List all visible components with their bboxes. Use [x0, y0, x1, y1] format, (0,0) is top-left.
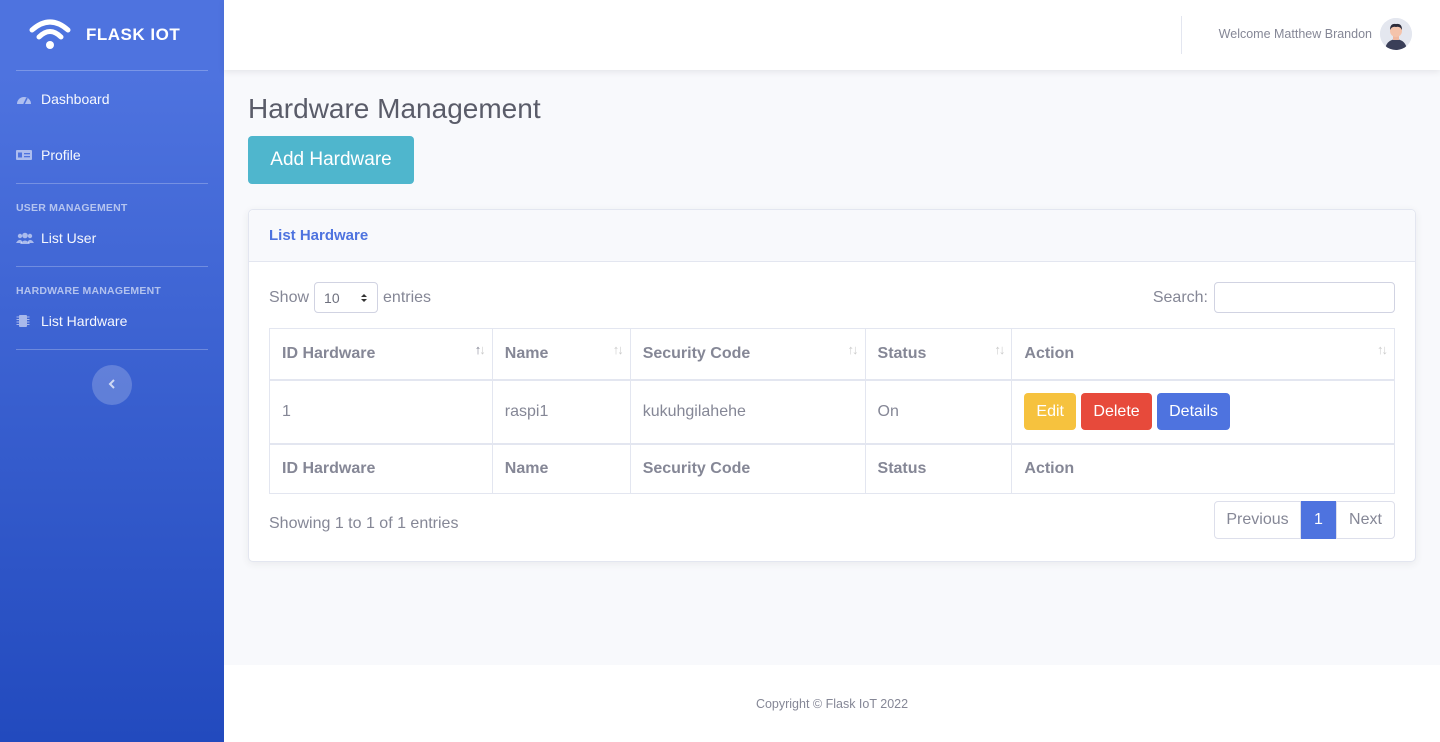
- pagination-next[interactable]: Next: [1336, 501, 1395, 539]
- id-card-icon: [16, 148, 34, 162]
- sort-icon: ↑↓: [1377, 342, 1388, 357]
- sidebar-toggle-wrap: [0, 365, 224, 405]
- sidebar-item-label: Profile: [41, 147, 81, 163]
- pagination-page-1[interactable]: 1: [1301, 501, 1336, 539]
- column-header-label: ID Hardware: [282, 344, 376, 362]
- copyright-text: Copyright © Flask IoT 2022: [755, 696, 909, 711]
- add-hardware-button[interactable]: Add Hardware: [248, 136, 414, 184]
- sort-icon: ↑↓: [847, 342, 859, 357]
- column-header-security-code[interactable]: Security Code ↑↓: [629, 328, 866, 381]
- footer-header-status: Status: [864, 442, 1013, 494]
- cell-status: On: [864, 379, 1013, 444]
- list-hardware-card: List Hardware Show 10 entries Search: ID…: [248, 209, 1416, 562]
- sidebar-item-profile[interactable]: Profile: [0, 127, 224, 183]
- entries-select[interactable]: 10: [314, 282, 379, 313]
- pagination-previous[interactable]: Previous: [1214, 501, 1301, 539]
- entries-label: entries: [383, 288, 432, 306]
- footer-header-name: Name: [491, 442, 631, 494]
- cell-id: 1: [269, 379, 493, 444]
- microchip-icon: [16, 314, 34, 328]
- search-label: Search:: [1152, 288, 1208, 306]
- sidebar-heading-hardware: HARDWARE MANAGEMENT: [16, 285, 161, 297]
- card-title: List Hardware: [249, 210, 1415, 262]
- footer-header-action: Action: [1011, 442, 1395, 494]
- topbar: Welcome Matthew Brandon: [224, 0, 1440, 70]
- sidebar-item-list-user[interactable]: List User: [0, 218, 224, 258]
- entries-length-control: Show 10 entries: [269, 282, 431, 313]
- sidebar-divider: [16, 349, 208, 350]
- footer: Copyright © Flask IoT 2022: [224, 665, 1440, 742]
- sidebar-heading-user: USER MANAGEMENT: [16, 202, 128, 214]
- sidebar-item-dashboard[interactable]: Dashboard: [0, 71, 224, 127]
- sidebar-item-label: List Hardware: [41, 313, 128, 329]
- footer-header-id: ID Hardware: [269, 442, 493, 494]
- details-button[interactable]: Details: [1157, 393, 1231, 430]
- users-icon: [16, 231, 34, 245]
- footer-header-security-code: Security Code: [629, 442, 866, 494]
- entries-select-value: 10: [324, 289, 340, 306]
- table-row: 1 raspi1 kukuhgilahehe On Edit Delete De…: [269, 379, 1395, 444]
- table-header-row: ID Hardware ↑↓ Name ↑↓ Security Code ↑↓ Sta…: [269, 328, 1395, 381]
- topbar-divider: [1181, 16, 1182, 54]
- sidebar-item-list-hardware[interactable]: List Hardware: [0, 301, 224, 341]
- table-info: Showing 1 to 1 of 1 entries: [269, 515, 459, 532]
- sidebar-item-label: Dashboard: [41, 91, 110, 107]
- brand-name: FLASK IOT: [86, 25, 181, 44]
- edit-button[interactable]: Edit: [1024, 393, 1076, 430]
- select-arrows-icon: [360, 290, 368, 306]
- welcome-text[interactable]: Welcome Matthew Brandon: [1219, 27, 1372, 41]
- sort-icon: ↑↓: [474, 342, 486, 357]
- sidebar-item-label: List User: [41, 230, 97, 246]
- delete-button[interactable]: Delete: [1081, 393, 1152, 430]
- pagination: Previous 1 Next: [1214, 501, 1395, 539]
- show-label: Show: [269, 288, 310, 306]
- tachometer-icon: [16, 92, 34, 106]
- page-title: Hardware Management: [248, 93, 541, 124]
- cell-security-code: kukuhgilahehe: [629, 379, 866, 444]
- column-header-label: Security Code: [642, 344, 751, 362]
- cell-name: raspi1: [491, 379, 631, 444]
- avatar[interactable]: [1380, 18, 1412, 50]
- table-footer-row: ID Hardware Name Security Code Status Ac…: [269, 442, 1395, 494]
- column-header-name[interactable]: Name ↑↓: [491, 328, 631, 381]
- column-header-action[interactable]: Action ↑↓: [1011, 328, 1395, 381]
- search-input[interactable]: [1214, 282, 1395, 313]
- column-header-label: Name: [504, 344, 549, 362]
- column-header-id[interactable]: ID Hardware ↑↓: [269, 328, 493, 381]
- brand[interactable]: FLASK IOT: [0, 0, 224, 70]
- column-header-label: Action: [1024, 344, 1075, 362]
- chevron-left-icon: [108, 376, 116, 394]
- column-header-label: Status: [877, 344, 927, 362]
- sidebar-toggle-button[interactable]: [92, 365, 132, 405]
- wifi-icon: [28, 18, 72, 52]
- table-search: Search:: [1153, 282, 1395, 313]
- cell-action: Edit Delete Details: [1011, 379, 1395, 444]
- sidebar: FLASK IOT Dashboard Profile USER MANAGEM…: [0, 0, 224, 742]
- sort-icon: ↑↓: [994, 342, 1005, 357]
- sort-icon: ↑↓: [612, 342, 624, 357]
- hardware-table: ID Hardware ↑↓ Name ↑↓ Security Code ↑↓ Sta…: [269, 328, 1395, 494]
- column-header-status[interactable]: Status ↑↓: [864, 328, 1013, 381]
